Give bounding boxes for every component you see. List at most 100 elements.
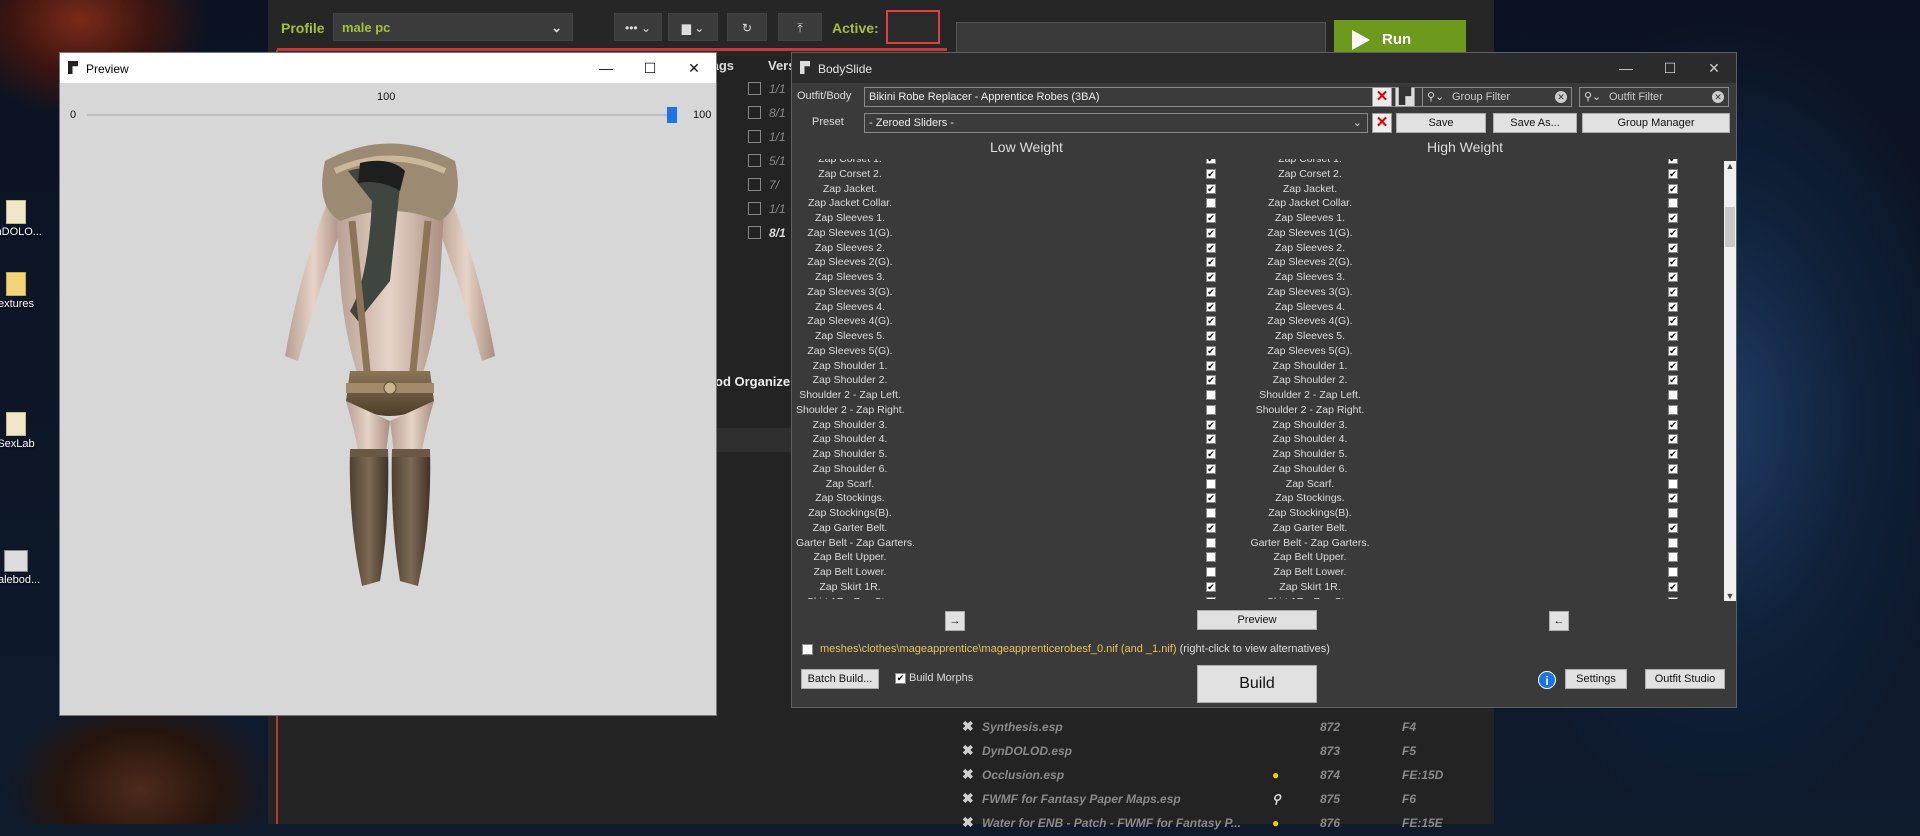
slider-row[interactable]: Zap Shoulder 6. ✔ Zap Shoulder 6. ✔ bbox=[796, 463, 1716, 478]
zap-checkbox-high[interactable]: ✔ bbox=[1668, 272, 1678, 282]
more-menu-button[interactable]: ••• ⌄ bbox=[614, 13, 662, 41]
zap-checkbox-low[interactable] bbox=[1206, 508, 1216, 518]
zap-checkbox-high[interactable]: ✔ bbox=[1668, 159, 1678, 164]
zap-checkbox-high[interactable]: ✔ bbox=[1668, 227, 1678, 238]
scroll-up-icon[interactable]: ▲ bbox=[1724, 161, 1736, 171]
slider-row[interactable]: Zap Sleeves 4. ✔ Zap Sleeves 4. ✔ bbox=[796, 301, 1716, 316]
zap-checkbox-high[interactable] bbox=[1668, 390, 1678, 400]
zap-checkbox-low[interactable]: ✔ bbox=[1206, 257, 1216, 268]
zap-checkbox-high[interactable]: ✔ bbox=[1668, 434, 1678, 445]
weight-slider-track[interactable] bbox=[87, 114, 677, 116]
slider-row[interactable]: Zap Sleeves 2(G). ✔ Zap Sleeves 2(G). ✔ bbox=[796, 256, 1716, 271]
zap-checkbox-low[interactable]: ✔ bbox=[1206, 345, 1216, 356]
close-button[interactable]: ✕ bbox=[1692, 53, 1736, 83]
slider-row[interactable]: Shoulder 2 - Zap Left. Shoulder 2 - Zap L… bbox=[796, 389, 1716, 404]
zap-checkbox-high[interactable]: ✔ bbox=[1668, 493, 1678, 504]
slider-row[interactable]: Zap Garter Belt. ✔ Zap Garter Belt. ✔ bbox=[796, 522, 1716, 537]
open-folder-button[interactable]: ▆ ⌄ bbox=[668, 13, 718, 41]
copy-to-low-button[interactable]: → bbox=[945, 611, 965, 631]
preset-select[interactable]: - Zeroed Sliders - ⌄ bbox=[864, 113, 1368, 133]
zap-checkbox-low[interactable]: ✔ bbox=[1206, 286, 1216, 297]
zap-checkbox-high[interactable]: ✔ bbox=[1668, 581, 1678, 592]
outfit-3d-preview[interactable] bbox=[240, 131, 540, 611]
checkbox[interactable] bbox=[748, 154, 761, 167]
zap-checkbox-low[interactable] bbox=[1206, 404, 1216, 415]
outfit-studio-shortcut-button[interactable]: ▛ bbox=[1395, 87, 1415, 107]
zap-checkbox-low[interactable]: ✔ bbox=[1206, 272, 1216, 282]
scroll-down-icon[interactable]: ▼ bbox=[1724, 591, 1736, 601]
build-button[interactable]: Build bbox=[1197, 665, 1317, 703]
zap-checkbox-high[interactable]: ✔ bbox=[1668, 419, 1678, 430]
zap-checkbox-high[interactable]: ✔ bbox=[1668, 360, 1678, 371]
slider-row[interactable]: Zap Sleeves 3(G). ✔ Zap Sleeves 3(G). ✔ bbox=[796, 286, 1716, 301]
slider-row[interactable]: Zap Corset 2. ✔ Zap Corset 2. ✔ bbox=[796, 168, 1716, 183]
zap-checkbox-high[interactable]: ✔ bbox=[1668, 331, 1678, 341]
info-icon[interactable]: i bbox=[1538, 671, 1556, 689]
outfit-studio-button[interactable]: Outfit Studio bbox=[1645, 669, 1725, 689]
checkbox[interactable] bbox=[748, 130, 761, 143]
plugin-row[interactable]: ✖ Water for ENB - Patch - FWMF for Fanta… bbox=[962, 814, 1443, 836]
zap-checkbox-low[interactable]: ✔ bbox=[1206, 375, 1216, 386]
zap-checkbox-high[interactable] bbox=[1668, 404, 1678, 415]
zap-checkbox-low[interactable] bbox=[1206, 478, 1216, 489]
zap-checkbox-high[interactable]: ✔ bbox=[1668, 375, 1678, 386]
close-button[interactable]: ✕ bbox=[672, 53, 716, 83]
clear-outfit-button[interactable]: ✕ bbox=[1372, 87, 1392, 107]
desktop-image-malebody[interactable]: nalebod... bbox=[0, 550, 46, 586]
checkbox[interactable] bbox=[748, 226, 761, 239]
zap-checkbox-high[interactable] bbox=[1668, 567, 1678, 577]
plugin-row[interactable]: ✖ DynDOLOD.esp 873 F5 bbox=[962, 742, 1442, 764]
slider-list-scrollbar[interactable]: ▲ ▼ bbox=[1724, 161, 1736, 601]
slider-row[interactable]: Zap Shoulder 3. ✔ Zap Shoulder 3. ✔ bbox=[796, 419, 1716, 434]
desktop-shortcut-sexlab[interactable]: SexLab bbox=[0, 412, 46, 450]
zap-checkbox-low[interactable]: ✔ bbox=[1206, 360, 1216, 371]
checkbox[interactable] bbox=[748, 178, 761, 191]
zap-checkbox-low[interactable]: ✔ bbox=[1206, 449, 1216, 459]
outfit-body-select[interactable]: Bikini Robe Replacer - Apprentice Robes … bbox=[864, 87, 1436, 107]
slider-row[interactable]: Zap Belt Lower. Zap Belt Lower. bbox=[796, 566, 1716, 581]
preview-button[interactable]: Preview bbox=[1197, 610, 1317, 630]
title-bar[interactable]: BodySlide — ☐ ✕ bbox=[792, 53, 1736, 83]
zap-checkbox-high[interactable] bbox=[1668, 552, 1678, 563]
slider-row[interactable]: Zap Shoulder 1. ✔ Zap Shoulder 1. ✔ bbox=[796, 360, 1716, 375]
executable-select[interactable] bbox=[956, 22, 1326, 56]
zap-checkbox-low[interactable]: ✔ bbox=[1206, 301, 1216, 312]
zap-checkbox-high[interactable]: ✔ bbox=[1668, 257, 1678, 268]
zap-checkbox-high[interactable]: ✔ bbox=[1668, 168, 1678, 179]
zap-checkbox-low[interactable] bbox=[1206, 198, 1216, 209]
minimize-button[interactable]: — bbox=[1604, 53, 1648, 83]
group-filter-input[interactable]: ⚲⌄ Group Filter ✕ bbox=[1422, 87, 1572, 107]
zap-checkbox-low[interactable]: ✔ bbox=[1206, 227, 1216, 238]
slider-row[interactable]: Zap Jacket. ✔ Zap Jacket. ✔ bbox=[796, 183, 1716, 198]
slider-row[interactable]: Zap Sleeves 5(G). ✔ Zap Sleeves 5(G). ✔ bbox=[796, 345, 1716, 360]
slider-row[interactable]: Zap Sleeves 1(G). ✔ Zap Sleeves 1(G). ✔ bbox=[796, 227, 1716, 242]
zap-checkbox-low[interactable]: ✔ bbox=[1206, 581, 1216, 592]
zap-checkbox-high[interactable]: ✔ bbox=[1668, 242, 1678, 253]
zap-checkbox-high[interactable]: ✔ bbox=[1668, 316, 1678, 327]
slider-row[interactable]: Zap Stockings(B). Zap Stockings(B). bbox=[796, 507, 1716, 522]
minimize-button[interactable]: — bbox=[584, 53, 628, 83]
slider-row[interactable]: Zap Jacket Collar. Zap Jacket Collar. bbox=[796, 197, 1716, 212]
zap-checkbox-low[interactable] bbox=[1206, 552, 1216, 563]
zap-checkbox-high[interactable] bbox=[1668, 596, 1678, 599]
profile-select[interactable]: male pc ⌄ bbox=[333, 13, 573, 41]
zap-checkbox-low[interactable] bbox=[1206, 596, 1216, 599]
scrollbar-thumb[interactable] bbox=[1725, 207, 1735, 247]
upload-button[interactable]: ⤒ bbox=[778, 13, 822, 41]
output-path[interactable]: meshes\clothes\mageapprentice\mageappren… bbox=[820, 643, 1330, 655]
slider-row[interactable]: Zap Shoulder 4. ✔ Zap Shoulder 4. ✔ bbox=[796, 433, 1716, 448]
slider-row[interactable]: Zap Sleeves 3. ✔ Zap Sleeves 3. ✔ bbox=[796, 271, 1716, 286]
zap-checkbox-low[interactable] bbox=[1206, 390, 1216, 400]
zap-checkbox-high[interactable] bbox=[1668, 478, 1678, 489]
zap-checkbox-low[interactable]: ✔ bbox=[1206, 522, 1216, 533]
slider-row[interactable]: Zap Scarf. Zap Scarf. bbox=[796, 478, 1716, 493]
slider-row[interactable]: Shoulder 2 - Zap Right. Shoulder 2 - Zap … bbox=[796, 404, 1716, 419]
zap-checkbox-low[interactable]: ✔ bbox=[1206, 183, 1216, 194]
checkbox[interactable] bbox=[748, 202, 761, 215]
slider-row[interactable]: Zap Shoulder 2. ✔ Zap Shoulder 2. ✔ bbox=[796, 374, 1716, 389]
zap-checkbox-high[interactable]: ✔ bbox=[1668, 463, 1678, 474]
slider-row[interactable]: Zap Sleeves 2. ✔ Zap Sleeves 2. ✔ bbox=[796, 242, 1716, 257]
zap-checkbox-high[interactable]: ✔ bbox=[1668, 345, 1678, 356]
slider-row[interactable]: Zap Sleeves 4(G). ✔ Zap Sleeves 4(G). ✔ bbox=[796, 315, 1716, 330]
zap-checkbox-low[interactable] bbox=[1206, 537, 1216, 548]
